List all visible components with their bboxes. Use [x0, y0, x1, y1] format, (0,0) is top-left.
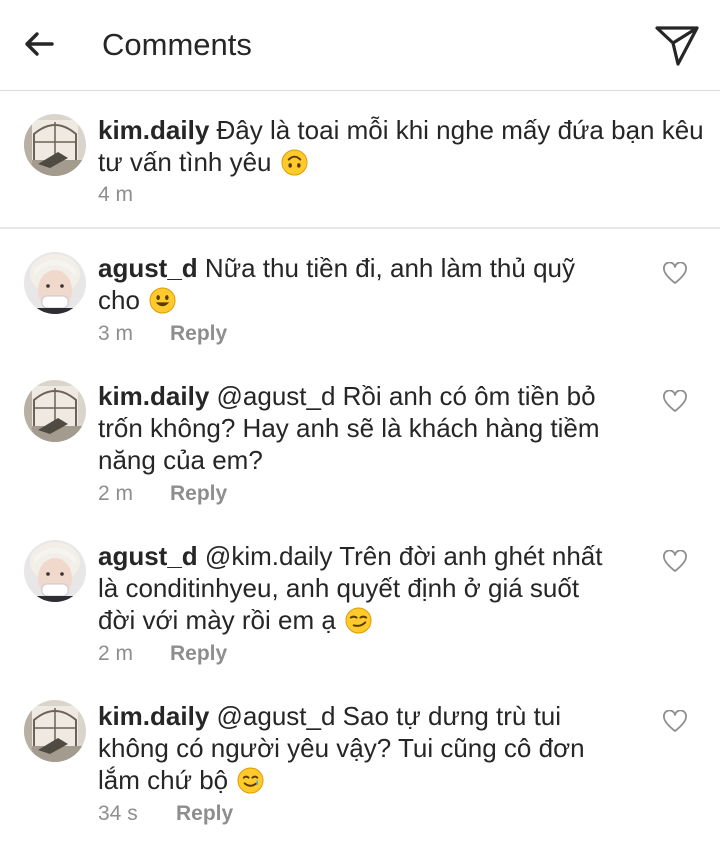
like-heart-icon[interactable]: [662, 550, 688, 574]
comment-3-line-1: @kim.daily Trên đời anh ghét nhất: [204, 541, 603, 571]
direct-send-icon[interactable]: [654, 24, 700, 68]
caption-divider: [0, 227, 720, 229]
avatar-kim-daily[interactable]: [24, 700, 86, 762]
comment-1-meta: 3 m Reply: [98, 321, 227, 347]
room-photo-avatar-icon: [24, 700, 86, 762]
comment-1-text: agust_d Nữa thu tiền đi, anh làm thủ quỹ…: [98, 252, 575, 316]
upside-down-face-icon: [281, 149, 308, 176]
post-username[interactable]: kim.daily: [98, 115, 209, 145]
comment-3-username[interactable]: agust_d: [98, 541, 198, 571]
like-heart-icon[interactable]: [662, 710, 688, 734]
top-bar: Comments: [0, 0, 720, 90]
comment-3-time: 2 m: [98, 642, 134, 665]
comment-3-line-3: đời với mày rồi em ạ: [98, 605, 336, 635]
comment-4-reply-button[interactable]: Reply: [176, 802, 233, 825]
post-caption-line-1: Đây là toai mỗi khi nghe mấy đứa bạn kêu: [216, 115, 704, 145]
like-heart-icon[interactable]: [662, 262, 688, 286]
comment-4-username[interactable]: kim.daily: [98, 701, 209, 731]
smiling-face-with-tear-icon: [237, 767, 264, 794]
post-time: 4 m: [98, 183, 134, 206]
post-caption: kim.daily Đây là toai mỗi khi nghe mấy đ…: [98, 114, 704, 178]
comment-2-username[interactable]: kim.daily: [98, 381, 209, 411]
comment-2-line-1: @agust_d Rồi anh có ôm tiền bỏ: [216, 381, 596, 411]
comment-1-line-2: cho: [98, 285, 140, 315]
comment-3-meta: 2 m Reply: [98, 641, 227, 667]
comment-3-line-2: là conditinhyeu, anh quyết định ở giá su…: [98, 573, 580, 603]
back-arrow-icon[interactable]: [22, 26, 58, 62]
page-title: Comments: [102, 27, 252, 62]
comment-1-username[interactable]: agust_d: [98, 253, 198, 283]
comment-1-line-1: Nữa thu tiền đi, anh làm thủ quỹ: [204, 253, 575, 283]
comment-1-time: 3 m: [98, 322, 134, 345]
comment-2-text: kim.daily @agust_d Rồi anh có ôm tiền bỏ…: [98, 380, 600, 476]
comment-3-text: agust_d @kim.daily Trên đời anh ghét nhấ…: [98, 540, 602, 636]
comment-2-line-2: trốn không? Hay anh sẽ là khách hàng tiề…: [98, 413, 600, 443]
post-meta: 4 m: [98, 182, 133, 208]
smirking-face-icon: [345, 607, 372, 634]
avatar-kim-daily[interactable]: [24, 114, 86, 176]
comment-4-line-3: lắm chứ bộ: [98, 765, 229, 795]
comment-4-text: kim.daily @agust_d Sao tự dưng trù tui k…: [98, 700, 585, 796]
comment-4-line-1: @agust_d Sao tự dưng trù tui: [216, 701, 562, 731]
smiling-face-icon: [149, 287, 176, 314]
like-heart-icon[interactable]: [662, 390, 688, 414]
comment-4-meta: 34 s Reply: [98, 801, 233, 827]
comment-4-line-2: không có người yêu vậy? Tui cũng cô đơn: [98, 733, 585, 763]
comment-4-time: 34 s: [98, 802, 138, 825]
comment-2-reply-button[interactable]: Reply: [170, 482, 227, 505]
header-divider: [0, 90, 720, 91]
room-photo-avatar-icon: [24, 114, 86, 176]
room-photo-avatar-icon: [24, 380, 86, 442]
person-avatar-icon: [24, 252, 86, 314]
comment-2-meta: 2 m Reply: [98, 481, 227, 507]
comment-1-reply-button[interactable]: Reply: [170, 322, 227, 345]
avatar-agust-d[interactable]: [24, 252, 86, 314]
person-avatar-icon: [24, 540, 86, 602]
comment-2-time: 2 m: [98, 482, 134, 505]
comment-3-reply-button[interactable]: Reply: [170, 642, 227, 665]
avatar-kim-daily[interactable]: [24, 380, 86, 442]
avatar-agust-d[interactable]: [24, 540, 86, 602]
post-caption-line-2: tư vấn tình yêu: [98, 147, 272, 177]
comment-2-line-3: năng của em?: [98, 445, 263, 475]
